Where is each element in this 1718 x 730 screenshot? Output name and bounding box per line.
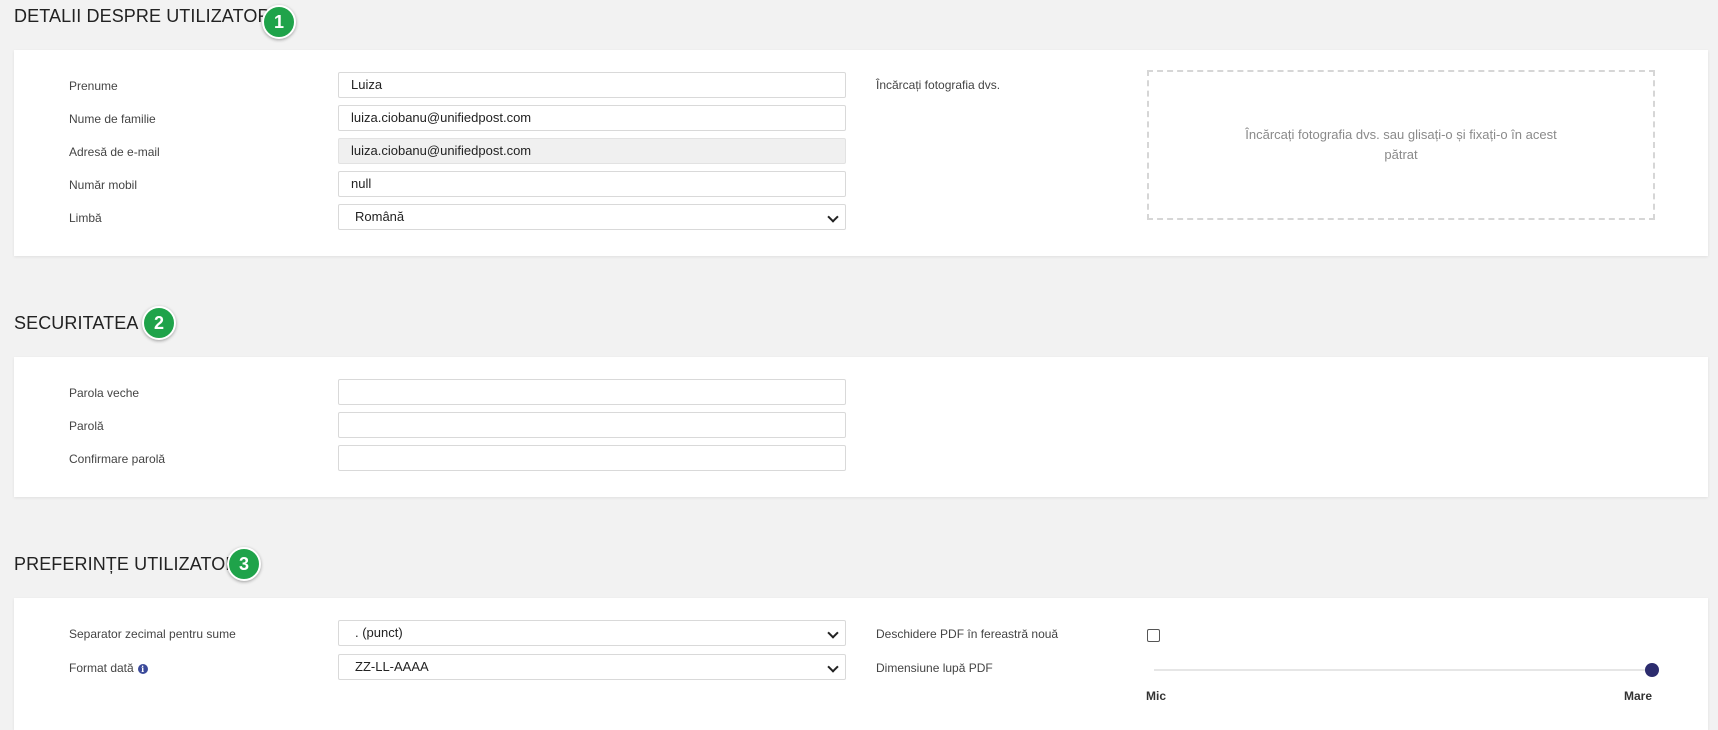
- date-format-select[interactable]: ZZ-LL-AAAA: [338, 654, 846, 680]
- first-name-input[interactable]: Luiza: [338, 72, 846, 98]
- pdf-magnifier-label: Dimensiune lupă PDF: [876, 661, 993, 675]
- chevron-down-icon: [821, 655, 845, 679]
- security-card: Parola veche Parolă Confirmare parolă: [14, 357, 1708, 497]
- old-password-input[interactable]: [338, 379, 846, 405]
- decimal-separator-label: Separator zecimal pentru sume: [69, 627, 236, 641]
- date-format-value: ZZ-LL-AAAA: [355, 659, 429, 674]
- security-title: SECURITATEA: [14, 313, 139, 333]
- confirm-password-input[interactable]: [338, 445, 846, 471]
- open-pdf-new-window-checkbox[interactable]: [1147, 629, 1160, 642]
- email-field: luiza.ciobanu@unifiedpost.com: [338, 138, 846, 164]
- mobile-input[interactable]: null: [338, 171, 846, 197]
- pdf-magnifier-slider-track[interactable]: [1154, 669, 1654, 671]
- old-password-label: Parola veche: [69, 386, 140, 400]
- decimal-separator-value: . (punct): [355, 625, 403, 640]
- confirm-password-label: Confirmare parolă: [69, 452, 166, 466]
- language-label: Limbă: [69, 211, 102, 225]
- slider-max-label: Mare: [1624, 689, 1653, 703]
- decimal-separator-select[interactable]: . (punct): [338, 620, 846, 646]
- first-name-label: Prenume: [69, 79, 118, 93]
- preferences-card: Separator zecimal pentru sume . (punct) …: [14, 598, 1708, 730]
- date-format-label-text: Format dată: [69, 661, 134, 675]
- date-format-label: Format dată i: [69, 661, 148, 675]
- slider-min-label: Mic: [1146, 689, 1167, 703]
- photo-upload-label: Încărcați fotografia dvs.: [876, 78, 1001, 92]
- photo-dropzone[interactable]: Încărcați fotografia dvs. sau glisați-o …: [1147, 70, 1655, 220]
- pdf-magnifier-slider-thumb[interactable]: [1645, 663, 1659, 677]
- step-badge-1: 1: [262, 5, 296, 39]
- user-details-title: DETALII DESPRE UTILIZATOR: [14, 6, 271, 26]
- step-badge-3: 3: [227, 547, 261, 581]
- language-select-value: Română: [355, 209, 405, 224]
- info-icon[interactable]: i: [137, 663, 148, 674]
- user-details-card: Prenume Luiza Nume de familie luiza.ciob…: [14, 50, 1708, 256]
- last-name-label: Nume de familie: [69, 112, 156, 126]
- chevron-down-icon: [821, 205, 845, 229]
- step-badge-2: 2: [142, 306, 176, 340]
- preferences-title: PREFERINȚE UTILIZATOR: [14, 554, 239, 574]
- chevron-down-icon: [821, 621, 845, 645]
- mobile-label: Număr mobil: [69, 178, 138, 192]
- password-label: Parolă: [69, 419, 104, 433]
- last-name-input[interactable]: luiza.ciobanu@unifiedpost.com: [338, 105, 846, 131]
- language-select[interactable]: Română: [338, 204, 846, 230]
- password-input[interactable]: [338, 412, 846, 438]
- email-label: Adresă de e-mail: [69, 145, 160, 159]
- photo-dropzone-text: Încărcați fotografia dvs. sau glisați-o …: [1245, 127, 1557, 162]
- open-pdf-new-window-label: Deschidere PDF în fereastră nouă: [876, 627, 1059, 641]
